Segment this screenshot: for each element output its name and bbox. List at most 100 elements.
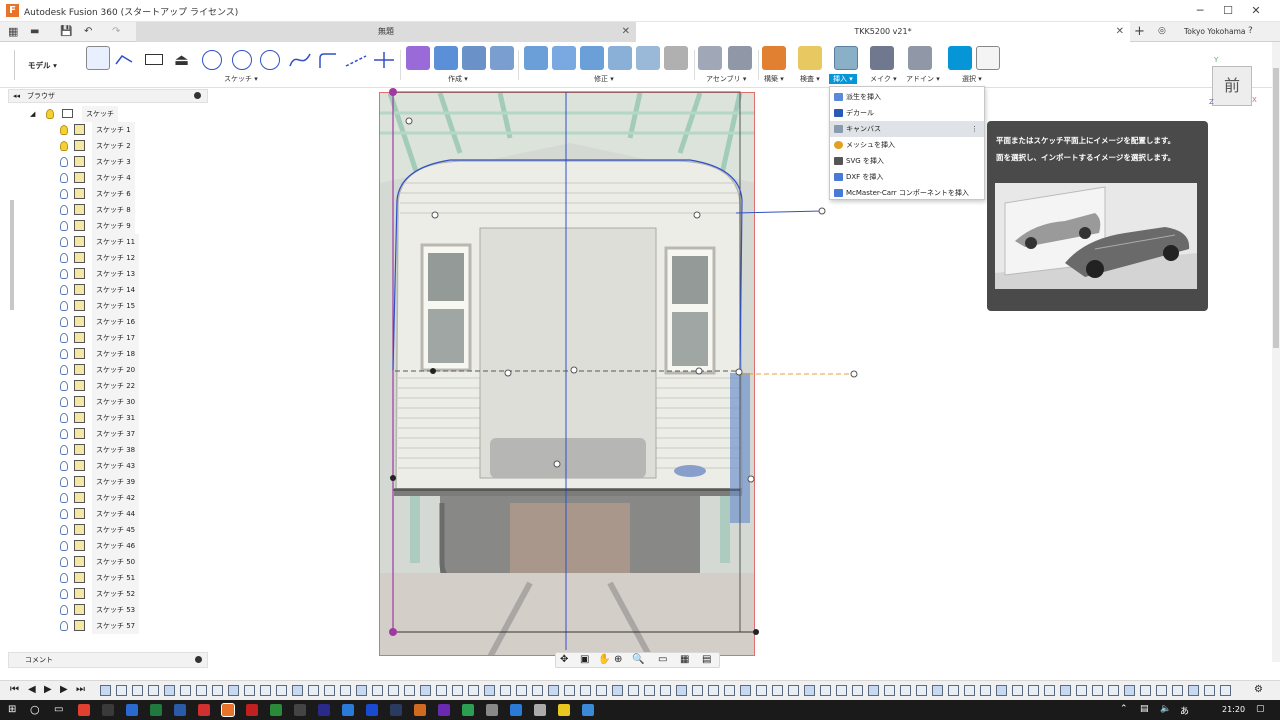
timeline-feature-icon[interactable] [340, 685, 351, 696]
timeline-feature-icon[interactable] [1028, 685, 1039, 696]
look-at-icon[interactable]: ▣ [580, 654, 589, 665]
timeline-feature-icon[interactable] [868, 685, 879, 696]
notification-tray-icon[interactable]: ⌃ [1120, 704, 1128, 714]
insert-menu-item[interactable]: DXF を挿入 [830, 169, 984, 185]
timeline-feature-icon[interactable] [356, 685, 367, 696]
timeline-feature-icon[interactable] [772, 685, 783, 696]
timeline-feature-icon[interactable] [1220, 685, 1231, 696]
timeline-feature-icon[interactable] [660, 685, 671, 696]
timeline-feature-icon[interactable] [1108, 685, 1119, 696]
more-options-icon[interactable]: ⋮ [971, 121, 978, 137]
zoom-icon[interactable]: ⊕ [614, 654, 622, 665]
taskbar-app-icon[interactable] [294, 704, 306, 716]
timeline-feature-icon[interactable] [100, 685, 111, 696]
windows-start-icon[interactable]: ⊞ [8, 704, 16, 715]
display-settings-icon[interactable]: ▭ [658, 654, 667, 665]
viewports-icon[interactable]: ▤ [702, 654, 711, 665]
taskbar-app-icon[interactable] [390, 704, 402, 716]
taskbar-app-icon[interactable] [582, 704, 594, 716]
timeline-feature-icon[interactable] [596, 685, 607, 696]
timeline-feature-icon[interactable] [308, 685, 319, 696]
timeline-feature-icon[interactable] [244, 685, 255, 696]
timeline-feature-icon[interactable] [1188, 685, 1199, 696]
timeline-feature-icon[interactable] [836, 685, 847, 696]
timeline-feature-icon[interactable] [788, 685, 799, 696]
grid-settings-icon[interactable]: ▦ [680, 654, 689, 665]
timeline-feature-icon[interactable] [708, 685, 719, 696]
sketch-point[interactable] [753, 629, 759, 635]
timeline-start-icon[interactable]: ⏮ [10, 684, 19, 695]
sketch-leader-line[interactable] [735, 210, 823, 214]
taskbar-app-icon[interactable] [126, 704, 138, 716]
sketch-point[interactable] [390, 475, 396, 481]
insert-menu-item[interactable]: メッシュを挿入 [830, 137, 984, 153]
timeline-feature-icon[interactable] [452, 685, 463, 696]
timeline-feature-icon[interactable] [388, 685, 399, 696]
timeline-feature-icon[interactable] [996, 685, 1007, 696]
timeline-feature-icon[interactable] [948, 685, 959, 696]
taskbar-app-icon[interactable] [174, 704, 186, 716]
timeline-feature-icon[interactable] [324, 685, 335, 696]
timeline-feature-icon[interactable] [532, 685, 543, 696]
timeline-feature-icon[interactable] [564, 685, 575, 696]
taskbar-app-icon[interactable] [78, 704, 90, 716]
timeline-feature-icon[interactable] [148, 685, 159, 696]
timeline-feature-icon[interactable] [516, 685, 527, 696]
timeline-feature-icon[interactable] [548, 685, 559, 696]
view-cube[interactable]: 前 [1212, 66, 1252, 106]
insert-menu-item[interactable]: キャンバス ⋮ [830, 121, 984, 137]
timeline-feature-icon[interactable] [756, 685, 767, 696]
orbit-icon[interactable]: ✥ [560, 654, 568, 665]
taskbar-app-icon[interactable] [414, 704, 426, 716]
timeline-settings-icon[interactable]: ⚙ [1254, 684, 1263, 695]
timeline-next-icon[interactable]: ▶ [60, 684, 68, 695]
timeline-feature-icon[interactable] [916, 685, 927, 696]
timeline-feature-icon[interactable] [420, 685, 431, 696]
timeline-prev-icon[interactable]: ◀ [28, 684, 36, 695]
timeline-feature-icon[interactable] [852, 685, 863, 696]
clock[interactable]: 21:20 [1222, 705, 1245, 714]
insert-menu-item[interactable]: SVG を挿入 [830, 153, 984, 169]
timeline-feature-icon[interactable] [484, 685, 495, 696]
insert-menu-item[interactable]: McMaster-Carr コンポーネントを挿入 [830, 185, 984, 201]
timeline-feature-icon[interactable] [116, 685, 127, 696]
timeline-end-icon[interactable]: ⏭ [76, 684, 85, 695]
network-icon[interactable]: ▤ [1140, 704, 1149, 714]
timeline-feature-icon[interactable] [884, 685, 895, 696]
taskbar-app-icon[interactable] [510, 704, 522, 716]
volume-icon[interactable]: 🔈 [1160, 704, 1171, 714]
viewport-scrollbar-thumb[interactable] [1273, 68, 1279, 348]
timeline-feature-icon[interactable] [292, 685, 303, 696]
sketch-point[interactable] [389, 628, 397, 636]
timeline-feature-icon[interactable] [1076, 685, 1087, 696]
timeline-feature-icon[interactable] [468, 685, 479, 696]
timeline-feature-icon[interactable] [180, 685, 191, 696]
timeline-feature-icon[interactable] [676, 685, 687, 696]
timeline-feature-icon[interactable] [1124, 685, 1135, 696]
ime-icon[interactable]: あ [1180, 704, 1189, 717]
timeline-feature-icon[interactable] [372, 685, 383, 696]
timeline-feature-icon[interactable] [932, 685, 943, 696]
sketch-point[interactable] [430, 368, 436, 374]
timeline-feature-icon[interactable] [196, 685, 207, 696]
timeline-feature-icon[interactable] [1060, 685, 1071, 696]
timeline-feature-icon[interactable] [980, 685, 991, 696]
taskbar-app-icon[interactable] [318, 704, 330, 716]
sketch-roof-profile[interactable] [396, 159, 743, 371]
timeline-feature-icon[interactable] [1012, 685, 1023, 696]
taskbar-app-icon[interactable] [102, 704, 114, 716]
timeline-feature-icon[interactable] [404, 685, 415, 696]
taskbar-app-icon[interactable] [534, 704, 546, 716]
timeline-feature-icon[interactable] [740, 685, 751, 696]
task-view-icon[interactable]: ▭ [54, 704, 63, 715]
taskbar-app-icon[interactable] [342, 704, 354, 716]
taskbar-app-icon[interactable] [221, 703, 235, 717]
taskbar-app-icon[interactable] [198, 704, 210, 716]
taskbar-app-icon[interactable] [270, 704, 282, 716]
timeline-feature-icon[interactable] [804, 685, 815, 696]
timeline-feature-icon[interactable] [436, 685, 447, 696]
timeline-feature-icon[interactable] [628, 685, 639, 696]
timeline-feature-icon[interactable] [228, 685, 239, 696]
timeline-feature-icon[interactable] [212, 685, 223, 696]
taskbar-app-icon[interactable] [366, 704, 378, 716]
